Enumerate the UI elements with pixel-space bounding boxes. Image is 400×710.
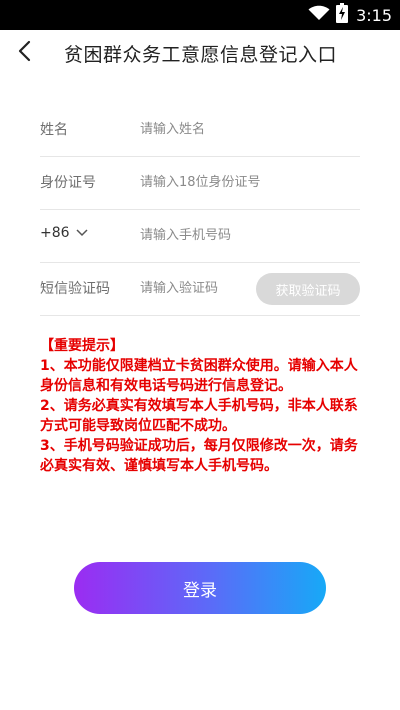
name-row: 姓名 xyxy=(40,104,360,157)
chevron-left-icon xyxy=(17,39,33,67)
sms-code-row: 短信验证码 获取验证码 xyxy=(40,263,360,316)
login-button[interactable]: 登录 xyxy=(74,562,326,614)
page-title: 贫困群众务工意愿信息登记入口 xyxy=(64,44,338,66)
country-code-selector[interactable]: +86 xyxy=(40,225,88,241)
id-card-label: 身份证号 xyxy=(40,175,96,191)
status-time: 3:15 xyxy=(356,5,392,25)
id-card-row: 身份证号 xyxy=(40,157,360,210)
country-code-value: +86 xyxy=(40,225,70,241)
phone-input[interactable] xyxy=(140,222,350,248)
wifi-icon xyxy=(308,5,330,25)
get-code-button[interactable]: 获取验证码 xyxy=(256,273,360,305)
important-notice: 【重要提示】 1、本功能仅限建档立卡贫困群众使用。请输入本人身份信息和有效电话号… xyxy=(40,336,360,476)
battery-charging-icon xyxy=(336,3,349,27)
sms-code-label: 短信验证码 xyxy=(40,281,110,297)
back-button[interactable] xyxy=(10,36,40,70)
registration-form: 姓名 身份证号 +86 短信验证码 获取验证码 xyxy=(40,104,360,316)
notice-title: 【重要提示】 xyxy=(40,338,124,354)
header: 贫困群众务工意愿信息登记入口 xyxy=(0,30,400,76)
id-card-input[interactable] xyxy=(140,169,350,195)
notice-item-1: 1、本功能仅限建档立卡贫困群众使用。请输入本人身份信息和有效电话号码进行信息登记… xyxy=(40,358,358,394)
phone-row: +86 xyxy=(40,210,360,263)
chevron-down-icon xyxy=(76,225,88,241)
status-bar: 3:15 xyxy=(0,0,400,30)
name-label: 姓名 xyxy=(40,122,68,138)
notice-item-2: 2、请务必真实有效填写本人手机号码，非本人联系方式可能导致岗位匹配不成功。 xyxy=(40,398,358,434)
name-input[interactable] xyxy=(140,116,280,142)
notice-item-3: 3、手机号码验证成功后，每月仅限修改一次，请务必真实有效、谨慎填写本人手机号码。 xyxy=(40,438,358,474)
status-icons: 3:15 xyxy=(308,0,392,30)
